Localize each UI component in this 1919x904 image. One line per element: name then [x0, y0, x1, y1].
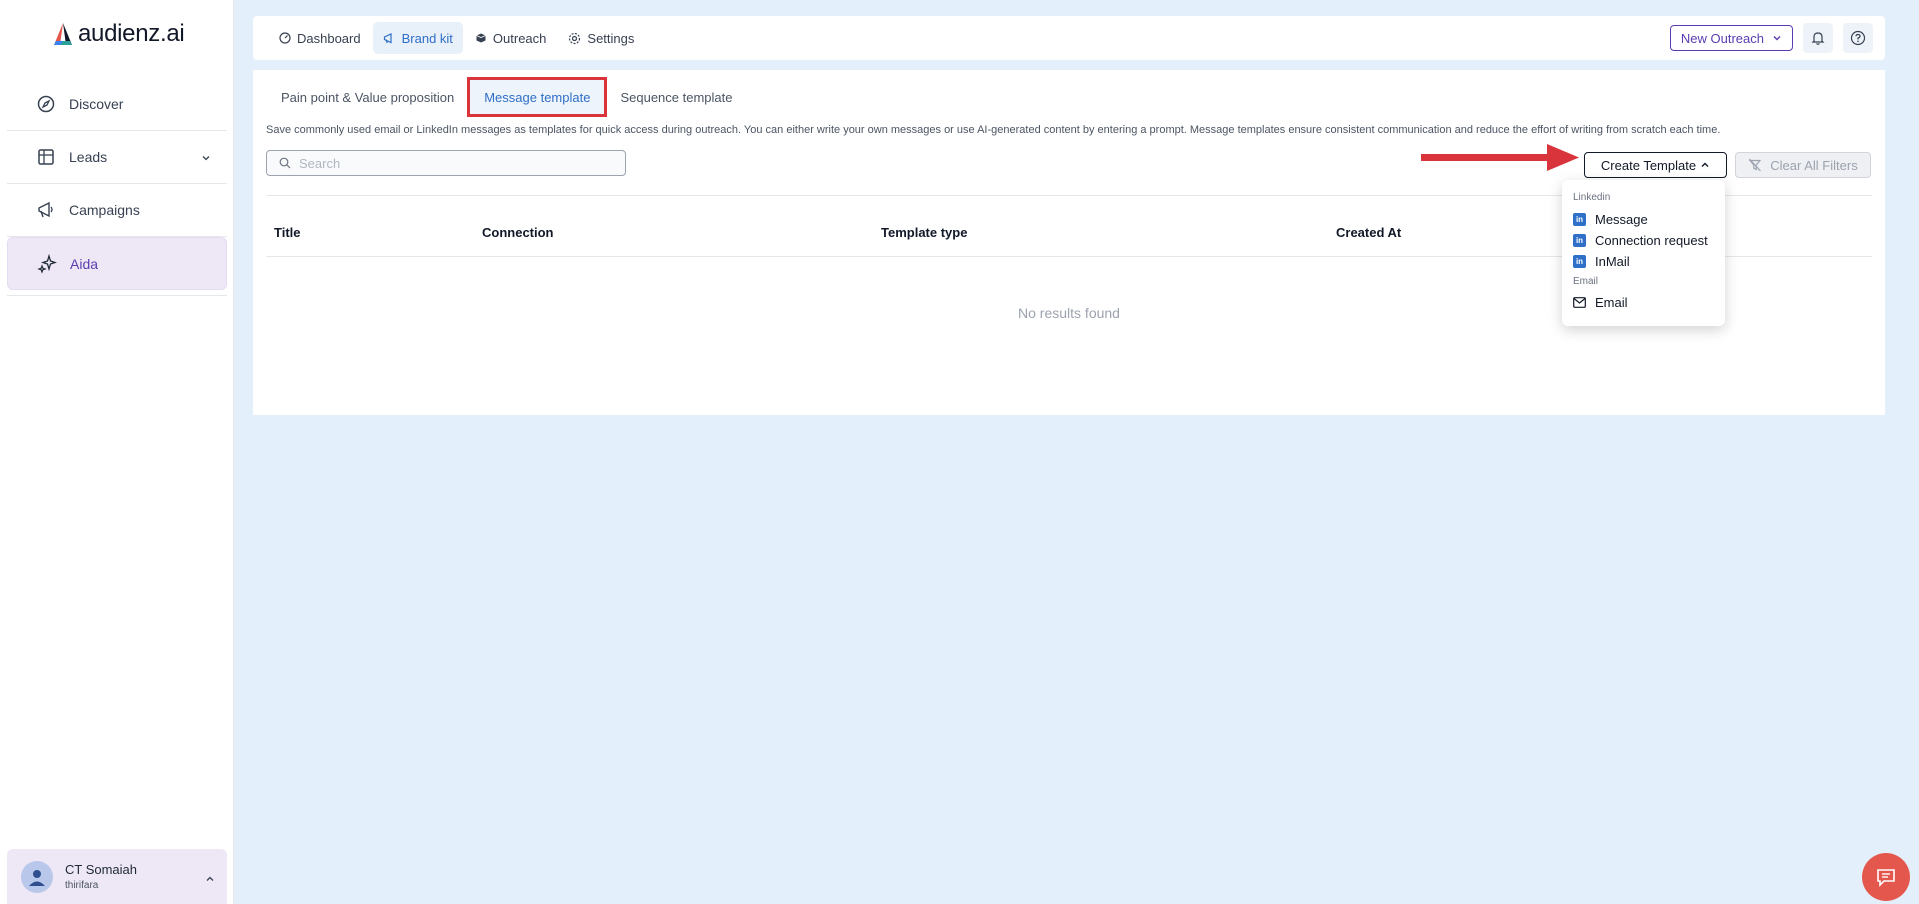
- mail-icon: [1573, 297, 1586, 308]
- menu-item-linkedin-message[interactable]: in Message: [1573, 209, 1714, 230]
- create-template-label: Create Template: [1600, 157, 1697, 173]
- logo[interactable]: audienz.ai: [52, 20, 185, 48]
- chevron-down-icon: [201, 150, 211, 168]
- column-header-connection: Connection: [482, 225, 554, 240]
- sidebar-nav: Discover Leads Campaigns Aida: [0, 78, 234, 296]
- menu-item-connection-request[interactable]: in Connection request: [1573, 230, 1714, 251]
- dashboard-icon: [279, 32, 291, 44]
- user-menu[interactable]: CT Somaiah thirifara: [7, 849, 227, 904]
- avatar: [21, 860, 53, 893]
- clear-all-filters-label: Clear All Filters: [1770, 157, 1858, 173]
- menu-group-linkedin: Linkedin: [1573, 192, 1611, 203]
- column-header-template-type: Template type: [881, 225, 968, 240]
- user-name: CT Somaiah: [65, 862, 138, 877]
- page-description: Save commonly used email or LinkedIn mes…: [266, 124, 1721, 136]
- audienz-logo-icon: [54, 23, 72, 45]
- tab-outreach[interactable]: Outreach: [465, 22, 556, 54]
- red-arrow-annotation: [1421, 144, 1579, 171]
- sidebar-item-label: Aida: [70, 255, 99, 272]
- tab-settings[interactable]: Settings: [558, 22, 644, 54]
- table-icon: [35, 146, 57, 168]
- compass-icon: [35, 93, 57, 115]
- menu-item-inmail[interactable]: in InMail: [1573, 251, 1714, 272]
- column-header-title: Title: [274, 225, 301, 240]
- tab-label: Brand kit: [401, 30, 453, 46]
- linkedin-icon: in: [1573, 234, 1586, 247]
- clear-all-filters-button[interactable]: Clear All Filters: [1735, 152, 1871, 178]
- sparkles-icon: [36, 253, 58, 275]
- help-button[interactable]: [1843, 23, 1873, 53]
- chevron-down-icon: [1773, 36, 1781, 41]
- megaphone-icon: [383, 32, 392, 43]
- search-icon: [279, 157, 291, 169]
- create-template-button[interactable]: Create Template: [1584, 152, 1727, 178]
- subtabs: Pain point & Value proposition Message t…: [273, 77, 740, 117]
- nav-divider: [7, 295, 227, 296]
- top-actions: New Outreach: [1669, 23, 1873, 53]
- sidebar-item-label: Leads: [69, 149, 108, 165]
- sidebar-item-discover[interactable]: Discover: [7, 78, 227, 131]
- menu-item-label: InMail: [1595, 254, 1630, 269]
- gear-icon: [569, 32, 581, 44]
- menu-item-label: Message: [1595, 212, 1648, 227]
- chevron-up-icon: [1701, 162, 1709, 167]
- menu-item-label: Connection request: [1595, 233, 1708, 248]
- column-header-created-at: Created At: [1336, 225, 1402, 240]
- search-input[interactable]: [299, 155, 619, 171]
- chat-support-button[interactable]: [1862, 853, 1910, 901]
- subtab-message-template[interactable]: Message template: [467, 77, 608, 117]
- tab-label: Settings: [587, 30, 635, 46]
- chevron-up-icon: [205, 871, 215, 889]
- linkedin-icon: in: [1573, 255, 1586, 268]
- user-workspace: thirifara: [65, 880, 99, 891]
- menu-group-email: Email: [1573, 276, 1599, 287]
- subtab-pain-point[interactable]: Pain point & Value proposition: [273, 82, 462, 112]
- new-outreach-button[interactable]: New Outreach: [1669, 25, 1793, 51]
- box-icon: [476, 33, 486, 43]
- megaphone-icon: [35, 199, 57, 221]
- menu-item-email[interactable]: Email: [1573, 292, 1714, 313]
- user-icon: [29, 869, 45, 886]
- filter-off-icon: [1748, 158, 1762, 172]
- chat-icon: [1877, 869, 1895, 887]
- menu-item-label: Email: [1595, 295, 1628, 310]
- linkedin-icon: in: [1573, 213, 1586, 226]
- tab-label: Outreach: [492, 30, 547, 46]
- sidebar-item-aida[interactable]: Aida: [7, 237, 227, 290]
- sidebar-item-label: Discover: [69, 96, 124, 112]
- new-outreach-label: New Outreach: [1680, 30, 1764, 46]
- sidebar-item-leads[interactable]: Leads: [7, 131, 227, 184]
- create-template-menu: Linkedin in Message in Connection reques…: [1562, 180, 1725, 326]
- sidebar: audienz.ai Discover Leads Campaigns Aida…: [0, 0, 234, 904]
- tab-brand-kit[interactable]: Brand kit: [372, 22, 463, 54]
- help-icon: [1850, 30, 1866, 46]
- subtab-sequence-template[interactable]: Sequence template: [612, 82, 740, 112]
- notifications-button[interactable]: [1803, 23, 1833, 53]
- search-box: [266, 150, 626, 176]
- top-navigation: Dashboard Brand kit Outreach Settings Ne…: [253, 16, 1885, 60]
- tab-label: Dashboard: [297, 30, 361, 46]
- tab-dashboard[interactable]: Dashboard: [269, 22, 371, 54]
- sidebar-item-label: Campaigns: [69, 202, 140, 218]
- bell-icon: [1811, 32, 1825, 45]
- sidebar-item-campaigns[interactable]: Campaigns: [7, 184, 227, 237]
- logo-text: audienz.ai: [78, 20, 185, 47]
